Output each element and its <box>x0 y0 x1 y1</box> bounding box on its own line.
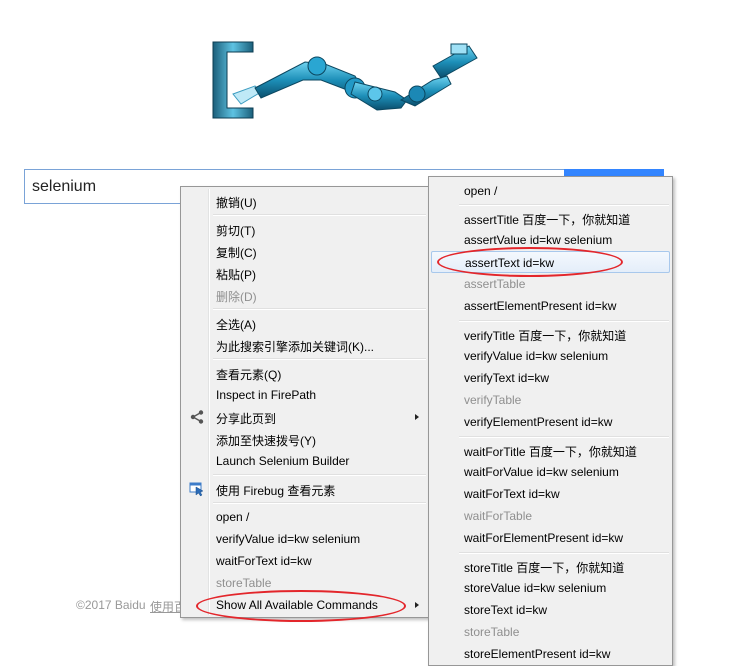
submenu-item-assert-element-present[interactable]: assertElementPresent id=kw <box>431 295 670 317</box>
menu-separator <box>459 320 669 322</box>
menu-item-copy[interactable]: 复制(C) <box>183 240 427 262</box>
menu-item-selenium-builder[interactable]: Launch Selenium Builder <box>183 450 427 472</box>
menu-separator <box>213 502 426 504</box>
submenu-item-wait-for-text[interactable]: waitForText id=kw <box>431 483 670 505</box>
submenu-item-wait-for-element-present[interactable]: waitForElementPresent id=kw <box>431 527 670 549</box>
menu-item-wait-for-text[interactable]: waitForText id=kw <box>183 550 427 572</box>
robot-arm-logo <box>212 41 478 119</box>
submenu-arrow-icon <box>415 602 419 608</box>
menu-separator <box>459 204 669 206</box>
menu-separator <box>213 308 426 310</box>
menu-item-add-keyword[interactable]: 为此搜索引擎添加关键词(K)... <box>183 334 427 356</box>
commands-submenu: open / assertTitle 百度一下，你就知道 assertValue… <box>428 176 673 666</box>
menu-separator <box>459 436 669 438</box>
menu-item-open[interactable]: open / <box>183 506 427 528</box>
submenu-item-store-element-present[interactable]: storeElementPresent id=kw <box>431 643 670 665</box>
submenu-item-open[interactable]: open / <box>431 180 670 202</box>
context-menu: 撤销(U) 剪切(T) 复制(C) 粘贴(P) 删除(D) 全选(A) 为此搜索… <box>180 186 430 618</box>
menu-item-undo[interactable]: 撤销(U) <box>183 190 427 212</box>
menu-item-cut[interactable]: 剪切(T) <box>183 218 427 240</box>
menu-item-speed-dial[interactable]: 添加至快速拨号(Y) <box>183 428 427 450</box>
menu-separator <box>213 474 426 476</box>
menu-item-paste[interactable]: 粘贴(P) <box>183 262 427 284</box>
submenu-item-verify-table: verifyTable <box>464 393 522 407</box>
submenu-item-wait-for-value[interactable]: waitForValue id=kw selenium <box>431 461 670 483</box>
submenu-item-verify-element-present[interactable]: verifyElementPresent id=kw <box>431 411 670 433</box>
menu-item-inspect-firepath[interactable]: Inspect in FirePath <box>183 384 427 406</box>
submenu-item-verify-title[interactable]: verifyTitle 百度一下，你就知道 <box>431 323 670 345</box>
submenu-item-assert-value[interactable]: assertValue id=kw selenium <box>431 229 670 251</box>
submenu-item-store-value[interactable]: storeValue id=kw selenium <box>431 577 670 599</box>
menu-separator <box>213 358 426 360</box>
menu-item-delete: 删除(D) <box>216 290 257 304</box>
menu-separator <box>459 552 669 554</box>
submenu-item-wait-for-table: waitForTable <box>464 509 533 523</box>
submenu-item-assert-text[interactable]: assertText id=kw <box>431 251 670 273</box>
menu-item-verify-value[interactable]: verifyValue id=kw selenium <box>183 528 427 550</box>
menu-item-show-all-commands[interactable]: Show All Available Commands <box>183 594 427 616</box>
submenu-item-assert-table: assertTable <box>464 277 526 291</box>
footer-link[interactable]: 使用百度前必读 <box>150 598 180 615</box>
menu-item-inspect-element[interactable]: 查看元素(Q) <box>183 362 427 384</box>
menu-item-share-page[interactable]: 分享此页到 <box>183 406 427 428</box>
submenu-item-store-title[interactable]: storeTitle 百度一下，你就知道 <box>431 555 670 577</box>
menu-item-select-all[interactable]: 全选(A) <box>183 312 427 334</box>
submenu-item-verify-value[interactable]: verifyValue id=kw selenium <box>431 345 670 367</box>
submenu-item-store-text[interactable]: storeText id=kw <box>431 599 670 621</box>
firebug-icon <box>189 482 204 497</box>
submenu-item-verify-text[interactable]: verifyText id=kw <box>431 367 670 389</box>
submenu-item-store-table: storeTable <box>464 625 520 639</box>
menu-item-store-table: storeTable <box>216 576 272 590</box>
submenu-item-assert-title[interactable]: assertTitle 百度一下，你就知道 <box>431 207 670 229</box>
menu-separator <box>213 214 426 216</box>
submenu-arrow-icon <box>415 414 419 420</box>
footer-copyright: ©2017 Baidu <box>76 598 146 612</box>
submenu-item-wait-for-title[interactable]: waitForTitle 百度一下，你就知道 <box>431 439 670 461</box>
share-icon <box>190 410 204 424</box>
menu-item-firebug-inspect[interactable]: 使用 Firebug 查看元素 <box>183 478 427 500</box>
